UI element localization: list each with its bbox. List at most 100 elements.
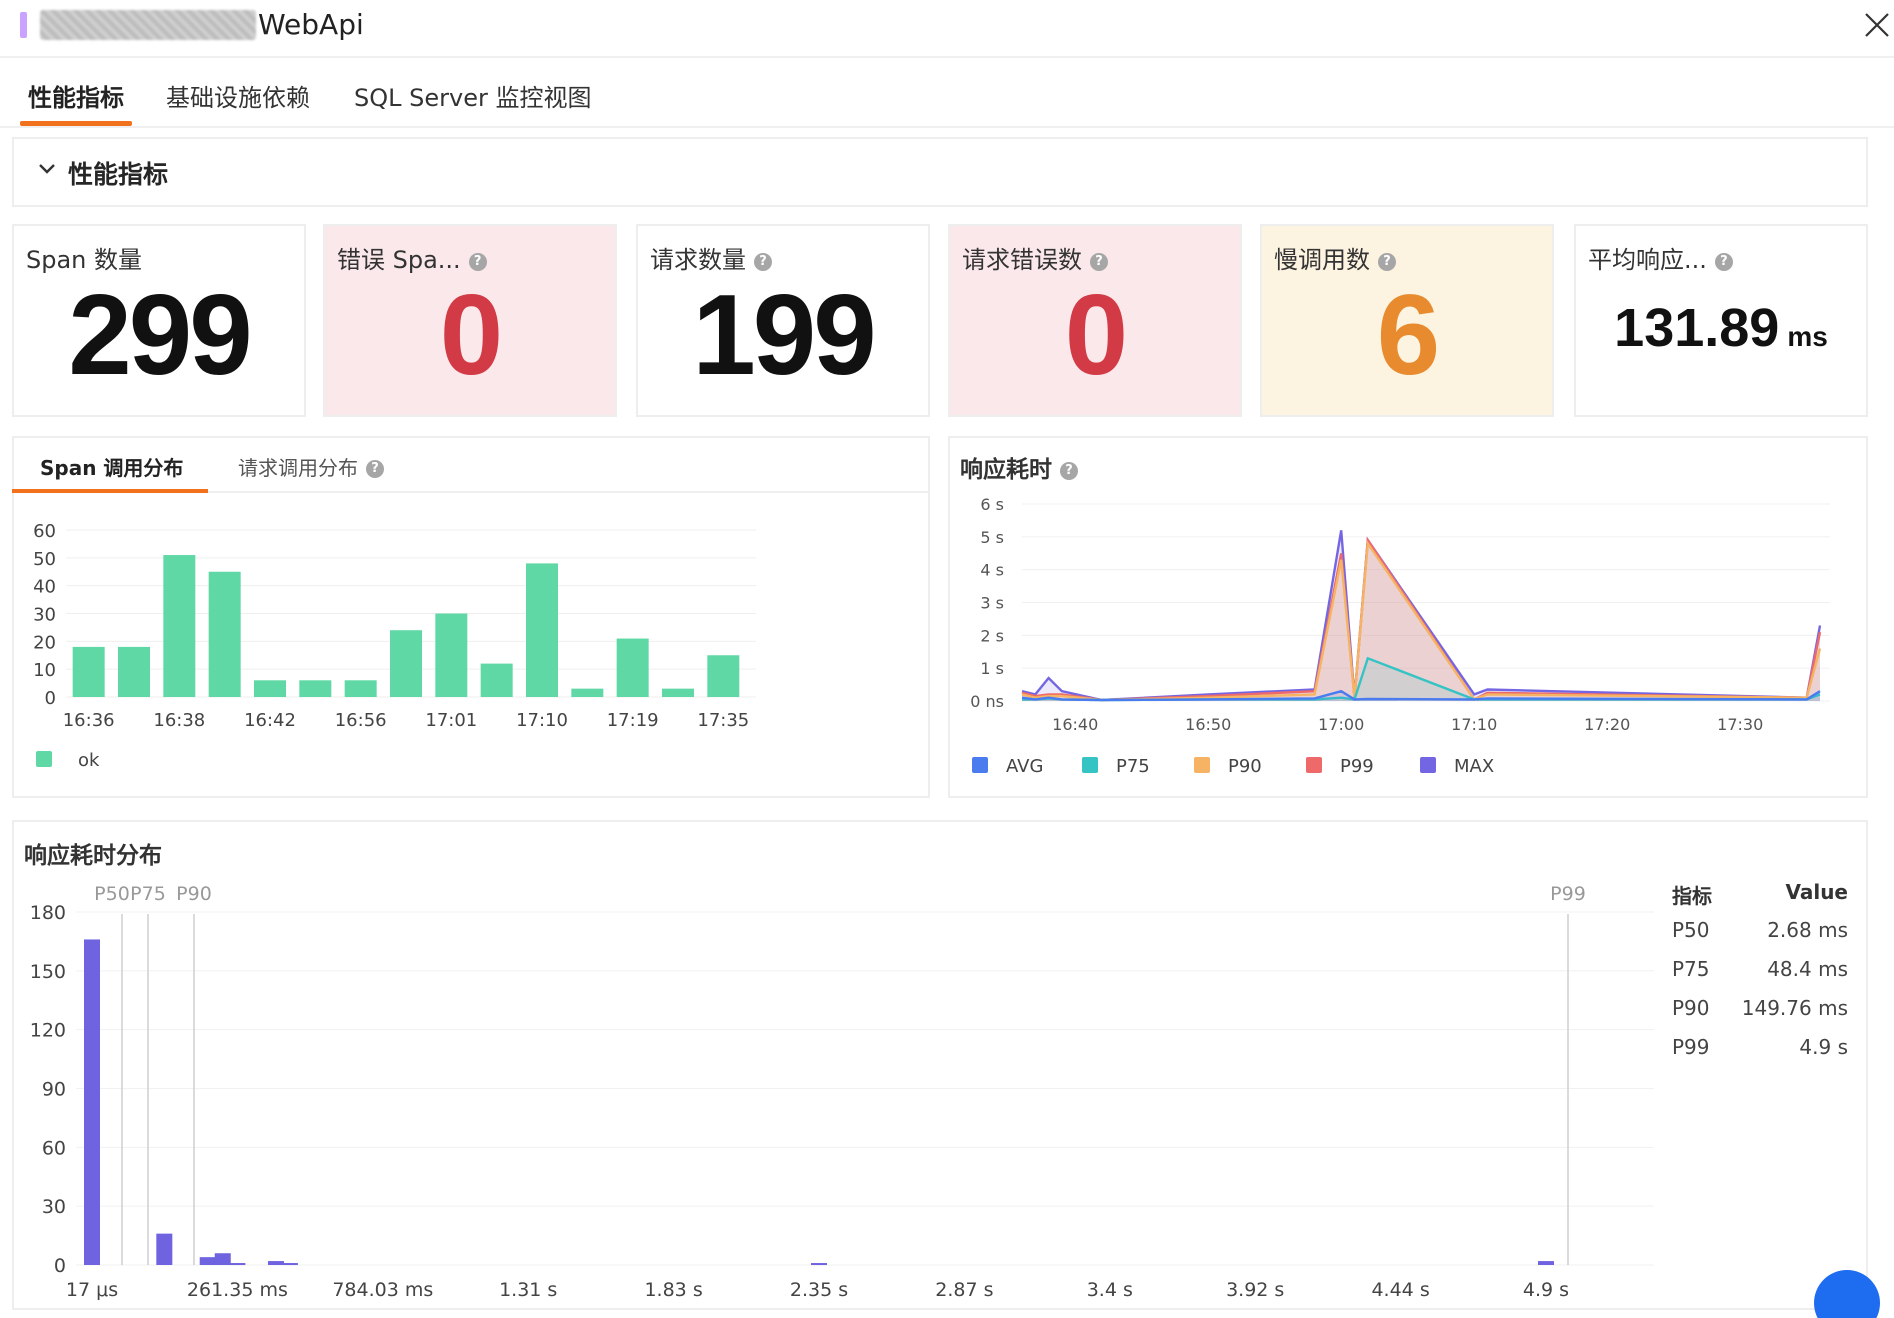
- x-tick-label: 17:35: [697, 710, 749, 731]
- stat-label: 平均响应...: [1588, 246, 1707, 274]
- response-time-title-text: 响应耗时: [960, 457, 1052, 483]
- stat-label: 请求数量: [650, 246, 746, 274]
- avg-response-unit: ms: [1787, 321, 1828, 352]
- active-subtab-indicator: [12, 489, 208, 493]
- tab-span-distribution[interactable]: Span 调用分布: [40, 452, 183, 481]
- x-tick-label: 4.44 s: [1371, 1279, 1429, 1301]
- x-tick-label: 17:10: [1451, 715, 1497, 734]
- tab-request-distribution-label: 请求调用分布: [238, 456, 358, 480]
- tab-infrastructure[interactable]: 基础设施依赖: [166, 78, 310, 113]
- table-row: P50 2.68 ms: [1672, 918, 1848, 957]
- response-time-area-chart: 0 ns 1 s 2 s 3 s 4 s 5 s 6 s 16:40 16:50 17:00 17:…: [970, 495, 1830, 777]
- percentile-marker-label: P99: [1550, 883, 1586, 905]
- y-tick-label: 6 s: [980, 495, 1004, 514]
- tab-performance[interactable]: 性能指标: [28, 78, 124, 113]
- y-tick-label: 0 ns: [970, 692, 1004, 711]
- percentile-marker-label: P75: [130, 883, 166, 905]
- bar-ok: [707, 655, 740, 697]
- y-tick-label: 5 s: [980, 528, 1004, 547]
- table-row: P90 149.76 ms: [1672, 996, 1848, 1035]
- help-icon[interactable]: ?: [1378, 253, 1396, 271]
- histogram-bar: [214, 1253, 231, 1265]
- x-tick-label: 16:36: [63, 710, 115, 731]
- bar-ok: [208, 571, 241, 697]
- stat-label: 请求错误数: [962, 246, 1082, 274]
- legend-swatch-p99: [1306, 757, 1322, 773]
- histogram-bar: [267, 1261, 284, 1265]
- histogram-bar: [229, 1263, 246, 1266]
- stat-label: 慢调用数: [1274, 246, 1370, 274]
- legend-label-p99: P99: [1340, 756, 1374, 777]
- x-tick-label: 3.92 s: [1226, 1279, 1284, 1301]
- legend-swatch-max: [1420, 757, 1436, 773]
- col-value: Value: [1785, 880, 1848, 904]
- x-tick-label: 16:42: [244, 710, 296, 731]
- app-title: WebApi: [258, 8, 364, 41]
- x-tick-label: 17:10: [516, 710, 568, 731]
- table-row: P75 48.4 ms: [1672, 957, 1848, 996]
- help-icon[interactable]: ?: [1060, 462, 1078, 480]
- histogram-bar: [84, 939, 100, 1265]
- cell-value: 149.76 ms: [1741, 996, 1848, 1020]
- legend-swatch-ok: [36, 751, 52, 767]
- x-tick-label: 17:01: [425, 710, 477, 731]
- stat-label: Span 数量: [26, 246, 143, 274]
- bar-ok: [72, 646, 105, 697]
- stat-card-avg-response: 平均响应...? 131.89 ms: [1574, 224, 1868, 417]
- stat-card-span-count: Span 数量 299: [12, 224, 306, 417]
- y-tick-label: 20: [33, 632, 56, 653]
- percentile-marker-label: P90: [176, 883, 212, 905]
- y-tick-label: 60: [33, 521, 56, 542]
- stat-value: 0: [439, 272, 503, 399]
- histogram-bar: [199, 1257, 216, 1265]
- stat-value: 6: [1376, 272, 1440, 399]
- histogram-bar: [281, 1263, 298, 1266]
- section-header[interactable]: [12, 137, 1868, 207]
- title-accent-bar: [20, 12, 27, 38]
- histogram-bar: [1538, 1261, 1554, 1265]
- x-tick-label: 2.87 s: [935, 1279, 993, 1301]
- cell-value: 2.68 ms: [1767, 918, 1848, 942]
- help-icon[interactable]: ?: [1090, 253, 1108, 271]
- legend-swatch-p75: [1082, 757, 1098, 773]
- response-distribution-histogram: 0 30 60 90 120 150 180 17 μs 261.35 ms 784.03 ms 1…: [30, 883, 1654, 1301]
- help-icon[interactable]: ?: [468, 253, 487, 271]
- close-icon[interactable]: [1862, 10, 1892, 40]
- bar-ok: [526, 563, 558, 697]
- col-metric: 指标: [1672, 884, 1712, 908]
- y-tick-label: 0: [54, 1255, 66, 1277]
- help-icon[interactable]: ?: [366, 460, 384, 478]
- y-tick-label: 60: [42, 1137, 66, 1159]
- legend-label-avg: AVG: [1006, 756, 1043, 777]
- cell-metric: P75: [1672, 957, 1710, 981]
- bar-ok: [299, 680, 332, 697]
- x-tick-label: 2.35 s: [790, 1279, 848, 1301]
- percentile-table: 指标 Value P50 2.68 ms P75 48.4 ms P90 149.76…: [1672, 880, 1848, 1074]
- bar-ok: [616, 638, 649, 697]
- y-tick-label: 0: [45, 688, 56, 709]
- y-tick-label: 2 s: [980, 626, 1004, 645]
- x-tick-label: 16:56: [335, 710, 387, 731]
- x-tick-label: 4.9 s: [1523, 1279, 1569, 1301]
- y-tick-label: 30: [33, 605, 56, 626]
- tab-request-distribution[interactable]: 请求调用分布?: [238, 452, 384, 481]
- y-tick-label: 50: [33, 549, 56, 570]
- cell-value: 4.9 s: [1799, 1035, 1848, 1059]
- x-tick-label: 17:20: [1584, 715, 1630, 734]
- span-bar-chart: 0 10 20 30 40 50 60 16:36 16:38 16:42 16:56 17:01 17…: [33, 521, 756, 771]
- help-icon[interactable]: ?: [754, 253, 772, 271]
- chevron-down-icon[interactable]: [36, 157, 58, 185]
- percentile-marker-label: P50: [94, 883, 130, 905]
- cell-metric: P99: [1672, 1035, 1710, 1059]
- bar-ok: [435, 613, 468, 697]
- tabs-divider: [0, 126, 1894, 128]
- help-icon[interactable]: ?: [1714, 253, 1733, 271]
- stat-value: 299: [68, 272, 252, 399]
- legend-swatch-avg: [972, 757, 988, 773]
- histogram-bar: [811, 1263, 827, 1266]
- y-tick-label: 1 s: [980, 659, 1004, 678]
- tab-sql-server[interactable]: SQL Server 监控视图: [354, 78, 591, 113]
- cell-metric: P90: [1672, 996, 1710, 1020]
- bar-ok: [662, 688, 694, 697]
- table-header: 指标 Value: [1672, 880, 1848, 918]
